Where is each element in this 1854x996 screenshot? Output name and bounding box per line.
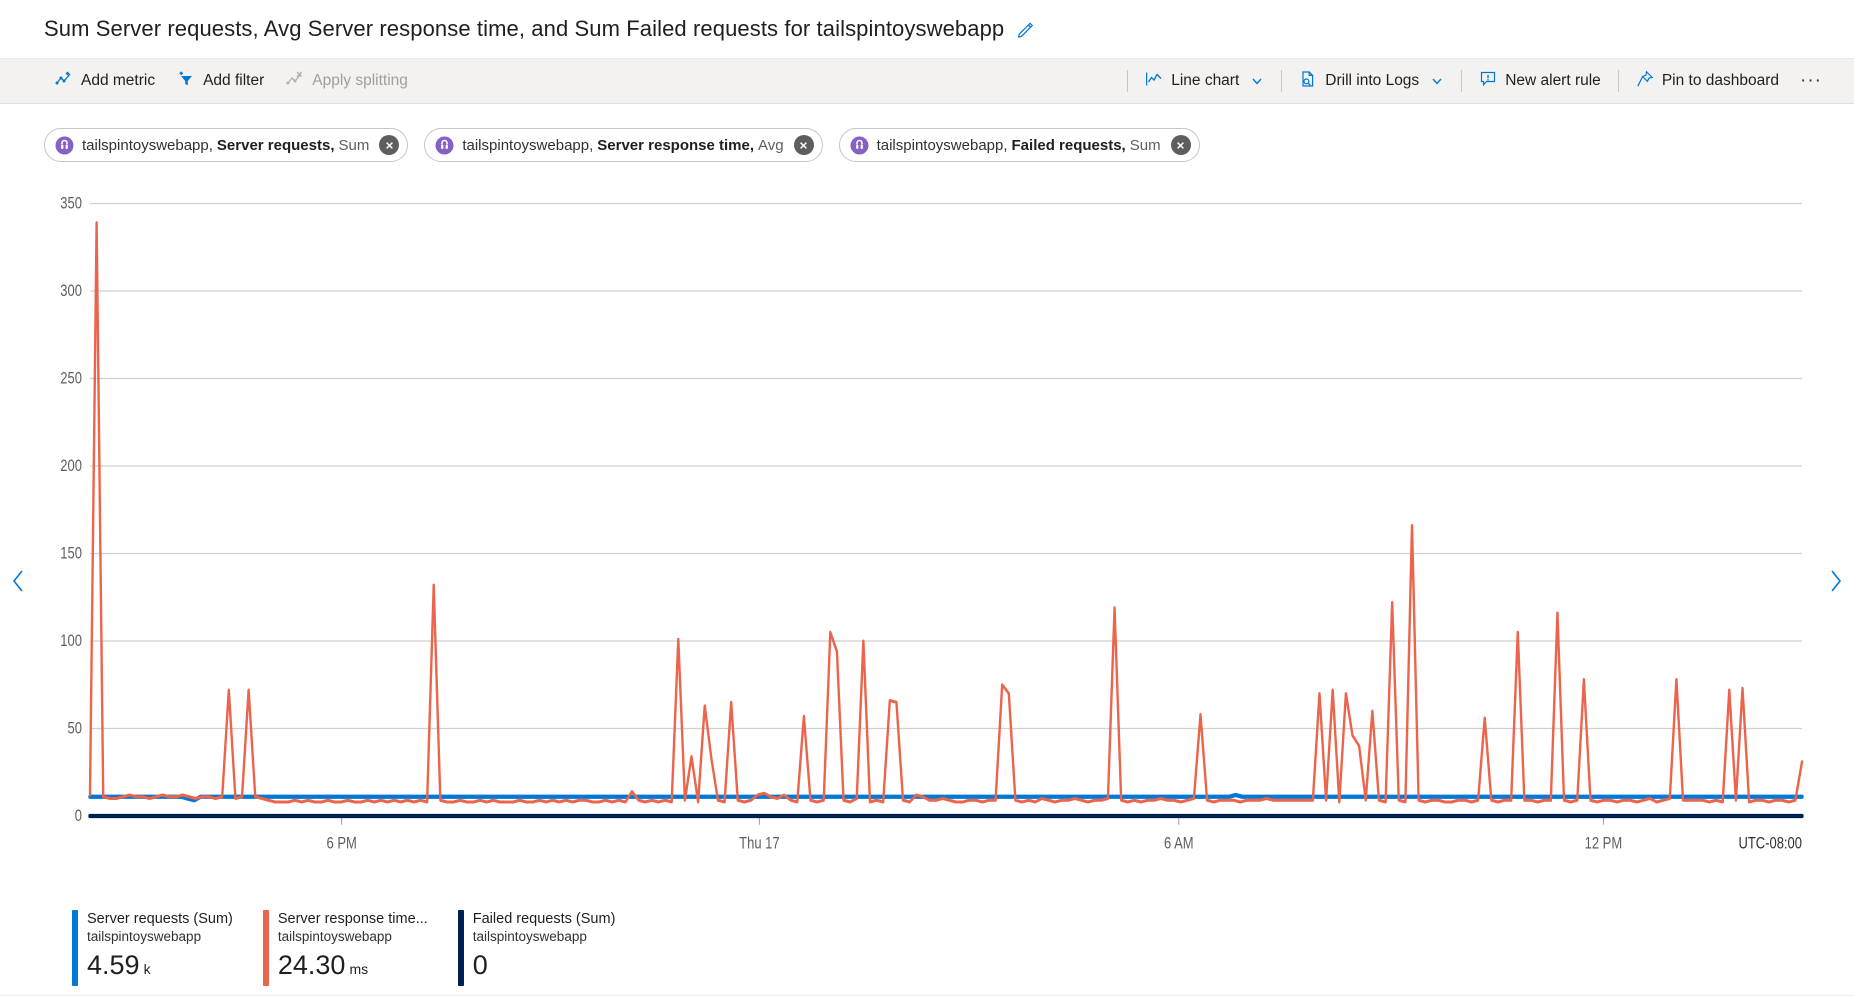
legend-color-swatch: [458, 910, 464, 986]
new-alert-rule-button[interactable]: New alert rule: [1468, 65, 1612, 97]
legend-value-unit: k: [144, 952, 151, 986]
legend-item-server-requests[interactable]: Server requests (Sum) tailspintoyswebapp…: [72, 910, 263, 986]
legend-resource-name: tailspintoyswebapp: [278, 928, 428, 946]
metric-chip-server-response-time[interactable]: tailspintoyswebapp, Server response time…: [424, 128, 822, 162]
toolbar-left-group: Add metric Add filter: [44, 65, 419, 97]
apply-splitting-button[interactable]: Apply splitting: [275, 65, 419, 97]
chart-legend: Server requests (Sum) tailspintoyswebapp…: [72, 910, 645, 986]
chevron-right-icon[interactable]: [1820, 561, 1850, 601]
svg-text:300: 300: [60, 283, 82, 301]
legend-resource-name: tailspintoyswebapp: [473, 928, 616, 946]
toolbar: Add metric Add filter: [0, 58, 1854, 104]
legend-color-swatch: [263, 910, 269, 986]
chip-aggregation: Sum: [1130, 137, 1161, 154]
line-chart-icon: [1145, 70, 1163, 93]
svg-text:0: 0: [75, 808, 82, 826]
svg-text:Thu 17: Thu 17: [739, 835, 779, 853]
drill-into-logs-label: Drill into Logs: [1325, 72, 1419, 90]
svg-text:350: 350: [60, 195, 82, 213]
legend-metric-name: Server response time...: [278, 910, 428, 928]
svg-text:UTC-08:00: UTC-08:00: [1738, 835, 1802, 853]
svg-text:150: 150: [60, 545, 82, 563]
legend-item-failed-requests[interactable]: Failed requests (Sum) tailspintoyswebapp…: [458, 910, 646, 986]
legend-metric-name: Server requests (Sum): [87, 910, 233, 928]
plot-area[interactable]: 0 50 100 150 200 250 300 350 6 PM Thu 17 6 AM 12 PM…: [44, 186, 1810, 886]
close-icon[interactable]: [794, 135, 814, 155]
chip-metric-name: Server requests,: [217, 137, 335, 154]
svg-text:6 AM: 6 AM: [1164, 835, 1194, 853]
metrics-line-chart[interactable]: 0 50 100 150 200 250 300 350 6 PM Thu 17 6 AM 12 PM…: [44, 186, 1810, 886]
add-metric-button[interactable]: Add metric: [44, 65, 166, 97]
legend-value-unit: ms: [349, 952, 368, 986]
metric-chip-server-requests[interactable]: tailspintoyswebapp, Server requests, Sum: [44, 128, 408, 162]
legend-value: 24.30 ms: [278, 948, 428, 986]
svg-text:6 PM: 6 PM: [327, 835, 357, 853]
pin-to-dashboard-label: Pin to dashboard: [1662, 72, 1779, 90]
legend-value-number: 4.59: [87, 948, 140, 982]
chip-metric-name: Failed requests,: [1012, 137, 1126, 154]
metric-resource-icon: [850, 136, 869, 155]
alert-rule-icon: [1479, 70, 1497, 93]
svg-text:50: 50: [68, 720, 82, 738]
legend-value: 4.59 k: [87, 948, 233, 986]
metric-chip-text: tailspintoyswebapp, Server requests, Sum: [82, 137, 369, 154]
metrics-chart-page: Sum Server requests, Avg Server response…: [0, 0, 1854, 996]
svg-text:100: 100: [60, 633, 82, 651]
legend-metric-name: Failed requests (Sum): [473, 910, 616, 928]
chip-resource-name: tailspintoyswebapp,: [82, 137, 213, 154]
toolbar-divider: [1618, 70, 1619, 92]
metric-resource-icon: [435, 136, 454, 155]
chip-resource-name: tailspintoyswebapp,: [877, 137, 1008, 154]
legend-color-swatch: [72, 910, 78, 986]
toolbar-divider: [1281, 70, 1282, 92]
svg-text:12 PM: 12 PM: [1585, 835, 1623, 853]
legend-value-number: 24.30: [278, 948, 346, 982]
drill-into-logs-button[interactable]: Drill into Logs: [1288, 65, 1455, 97]
toolbar-right-group: Line chart Drill into Logs: [1121, 65, 1832, 97]
apply-splitting-icon: [286, 70, 304, 93]
more-options-button[interactable]: ···: [1790, 65, 1832, 97]
chart-type-label: Line chart: [1171, 72, 1239, 90]
chart-container: 0 50 100 150 200 250 300 350 6 PM Thu 17 6 AM 12 PM…: [0, 166, 1854, 996]
metric-chip-text: tailspintoyswebapp, Failed requests, Sum: [877, 137, 1161, 154]
add-metric-label: Add metric: [81, 72, 155, 90]
page-title: Sum Server requests, Avg Server response…: [44, 18, 1004, 40]
chevron-down-icon: [1430, 74, 1444, 88]
pin-to-dashboard-button[interactable]: Pin to dashboard: [1625, 65, 1790, 97]
drill-logs-icon: [1299, 70, 1317, 93]
pencil-icon[interactable]: [1016, 20, 1035, 39]
chip-aggregation: Sum: [339, 137, 370, 154]
title-bar: Sum Server requests, Avg Server response…: [0, 0, 1854, 58]
legend-body: Server requests (Sum) tailspintoyswebapp…: [87, 910, 233, 986]
chip-aggregation: Avg: [758, 137, 784, 154]
close-icon[interactable]: [379, 135, 399, 155]
svg-text:200: 200: [60, 458, 82, 476]
close-icon[interactable]: [1171, 135, 1191, 155]
chevron-left-icon[interactable]: [4, 561, 34, 601]
chip-metric-name: Server response time,: [597, 137, 754, 154]
legend-item-server-response-time[interactable]: Server response time... tailspintoysweba…: [263, 910, 458, 986]
legend-value-number: 0: [473, 948, 488, 982]
metric-chip-failed-requests[interactable]: tailspintoyswebapp, Failed requests, Sum: [839, 128, 1200, 162]
chart-type-button[interactable]: Line chart: [1134, 65, 1275, 97]
legend-value: 0: [473, 948, 616, 982]
chip-resource-name: tailspintoyswebapp,: [462, 137, 593, 154]
legend-body: Failed requests (Sum) tailspintoyswebapp…: [473, 910, 616, 986]
new-alert-rule-label: New alert rule: [1505, 72, 1601, 90]
metric-resource-icon: [55, 136, 74, 155]
add-metric-icon: [55, 70, 73, 93]
add-filter-label: Add filter: [203, 72, 264, 90]
add-filter-icon: [177, 70, 195, 93]
legend-body: Server response time... tailspintoysweba…: [278, 910, 428, 986]
apply-splitting-label: Apply splitting: [312, 72, 408, 90]
pin-icon: [1636, 70, 1654, 93]
legend-resource-name: tailspintoyswebapp: [87, 928, 233, 946]
toolbar-divider: [1127, 70, 1128, 92]
metric-chip-text: tailspintoyswebapp, Server response time…: [462, 137, 783, 154]
svg-text:250: 250: [60, 370, 82, 388]
toolbar-divider: [1461, 70, 1462, 92]
chevron-down-icon: [1250, 74, 1264, 88]
metric-chips-row: tailspintoyswebapp, Server requests, Sum…: [0, 104, 1854, 166]
add-filter-button[interactable]: Add filter: [166, 65, 275, 97]
